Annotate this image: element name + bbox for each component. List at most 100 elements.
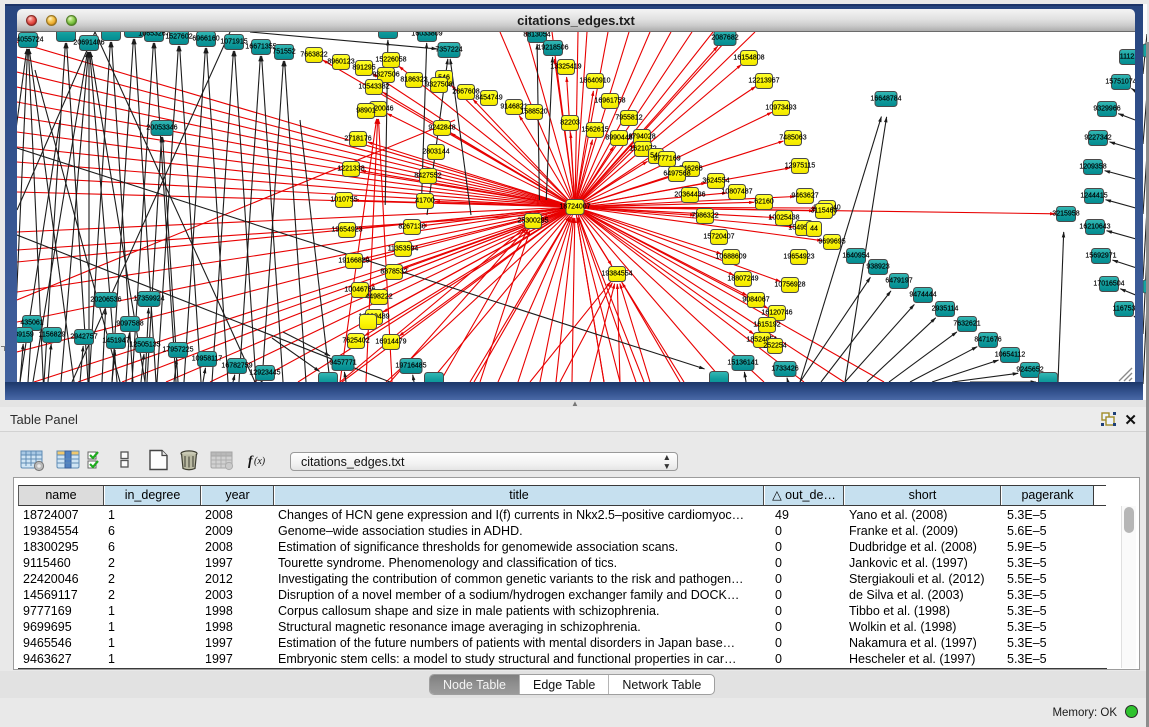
svg-text:7357224: 7357224 <box>435 47 462 54</box>
svg-text:9329966: 9329966 <box>1093 106 1120 113</box>
svg-text:10654112: 10654112 <box>995 352 1026 359</box>
svg-text:6966160: 6966160 <box>192 36 219 43</box>
svg-text:9327508: 9327508 <box>425 82 452 89</box>
svg-text:6479197: 6479197 <box>885 278 912 285</box>
svg-text:7663822: 7663822 <box>300 52 327 59</box>
svg-text:8267130: 8267130 <box>398 224 425 231</box>
svg-text:10688609: 10688609 <box>715 254 746 261</box>
svg-text:8960123: 8960123 <box>327 59 354 66</box>
svg-text:12975115: 12975115 <box>785 163 816 170</box>
svg-text:98901: 98901 <box>356 108 376 115</box>
svg-text:(x): (x) <box>254 456 266 467</box>
svg-text:12923445: 12923445 <box>249 370 280 377</box>
svg-text:8186323: 8186323 <box>400 77 427 84</box>
svg-text:2718176: 2718176 <box>344 136 371 143</box>
svg-text:1733426: 1733426 <box>771 366 798 373</box>
svg-text:2935114: 2935114 <box>932 306 959 313</box>
svg-text:12213967: 12213967 <box>748 78 779 85</box>
svg-text:435061: 435061 <box>20 320 43 327</box>
svg-text:1562615: 1562615 <box>581 127 608 134</box>
svg-text:20053346: 20053346 <box>146 125 177 132</box>
svg-text:16210643: 16210643 <box>1079 224 1110 231</box>
svg-text:16914479: 16914479 <box>375 339 406 346</box>
svg-text:20206536: 20206536 <box>90 297 121 304</box>
svg-text:891295: 891295 <box>352 65 375 72</box>
svg-text:1640954: 1640954 <box>842 253 869 260</box>
svg-text:41700: 41700 <box>415 198 435 205</box>
svg-text:8813054: 8813054 <box>523 32 550 39</box>
svg-text:9463627: 9463627 <box>791 193 818 200</box>
svg-text:4498222: 4498222 <box>365 294 392 301</box>
svg-text:7955812: 7955812 <box>615 115 642 122</box>
svg-text:11121: 11121 <box>1120 54 1135 61</box>
svg-text:19654923: 19654923 <box>783 254 814 261</box>
svg-text:16648784: 16648784 <box>870 96 901 103</box>
svg-text:3624554: 3624554 <box>702 178 729 185</box>
svg-text:1156829: 1156829 <box>39 332 66 339</box>
svg-text:2803144: 2803144 <box>422 149 449 156</box>
svg-text:20691406: 20691406 <box>73 40 104 47</box>
svg-text:12505135: 12505135 <box>129 342 160 349</box>
svg-text:8878532: 8878532 <box>380 269 407 276</box>
svg-text:252254: 252254 <box>763 343 786 350</box>
svg-text:17957225: 17957225 <box>162 347 193 354</box>
svg-text:9699695: 9699695 <box>818 239 845 246</box>
svg-text:7485063: 7485063 <box>779 135 806 142</box>
svg-text:15136141: 15136141 <box>727 360 758 367</box>
svg-text:13325419: 13325419 <box>550 64 581 71</box>
svg-text:7986322: 7986322 <box>691 213 718 220</box>
svg-text:19716485: 19716485 <box>395 363 426 370</box>
svg-text:1244415: 1244415 <box>1080 193 1107 200</box>
svg-text:18807249: 18807249 <box>727 276 758 283</box>
svg-text:751552: 751552 <box>272 49 295 56</box>
svg-text:9084067: 9084067 <box>742 297 769 304</box>
svg-text:116753: 116753 <box>1113 306 1135 313</box>
svg-text:1010755: 1010755 <box>330 197 357 204</box>
svg-text:1071915: 1071915 <box>220 39 247 46</box>
svg-text:3215958: 3215958 <box>1052 211 1079 218</box>
svg-text:9777169: 9777169 <box>653 156 680 163</box>
svg-text:8471676: 8471676 <box>974 337 1001 344</box>
svg-text:10973493: 10973493 <box>765 105 796 112</box>
svg-text:16961758: 16961758 <box>594 98 625 105</box>
svg-text:10025438: 10025438 <box>768 215 799 222</box>
svg-text:44: 44 <box>810 226 818 233</box>
svg-text:6794028: 6794028 <box>628 134 655 141</box>
svg-text:18724007: 18724007 <box>559 204 590 211</box>
svg-text:25300295: 25300295 <box>517 218 548 225</box>
svg-text:19654923: 19654923 <box>331 227 362 234</box>
svg-text:7625402: 7625402 <box>342 338 369 345</box>
svg-text:8427552: 8427552 <box>414 173 441 180</box>
svg-text:15692971: 15692971 <box>1085 253 1116 260</box>
svg-text:9457771: 9457771 <box>329 360 356 367</box>
svg-text:18640910: 18640910 <box>579 78 610 85</box>
svg-text:15226058: 15226058 <box>375 57 406 64</box>
svg-text:15751074: 15751074 <box>1105 79 1135 86</box>
svg-text:10807487: 10807487 <box>721 189 752 196</box>
svg-text:6497568: 6497568 <box>663 171 690 178</box>
svg-text:3115460: 3115460 <box>811 208 838 215</box>
svg-text:1221338: 1221338 <box>337 166 364 173</box>
svg-text:9097588: 9097588 <box>116 321 143 328</box>
svg-text:39159: 39159 <box>17 332 34 339</box>
svg-text:938923: 938923 <box>866 264 889 271</box>
svg-text:16154808: 16154808 <box>733 55 764 62</box>
svg-text:62160: 62160 <box>754 199 774 206</box>
svg-text:1451947: 1451947 <box>102 338 129 345</box>
svg-text:82203: 82203 <box>560 120 580 127</box>
svg-text:10958117: 10958117 <box>192 356 223 363</box>
svg-text:19166829: 19166829 <box>338 258 369 265</box>
svg-text:1615192: 1615192 <box>753 322 780 329</box>
svg-text:2942757: 2942757 <box>70 334 97 341</box>
svg-text:14055724: 14055724 <box>17 37 44 44</box>
svg-text:15720407: 15720407 <box>703 234 734 241</box>
svg-text:16120746: 16120746 <box>761 310 792 317</box>
svg-text:17359924: 17359924 <box>133 296 164 303</box>
svg-text:1527602: 1527602 <box>165 34 192 41</box>
svg-text:11353594: 11353594 <box>388 246 419 253</box>
svg-text:7632621: 7632621 <box>953 321 980 328</box>
svg-text:20364436: 20364436 <box>674 192 705 199</box>
svg-text:16033809: 16033809 <box>411 32 442 38</box>
svg-text:9227342: 9227342 <box>1084 135 1111 142</box>
svg-text:1588520: 1588520 <box>520 109 547 116</box>
